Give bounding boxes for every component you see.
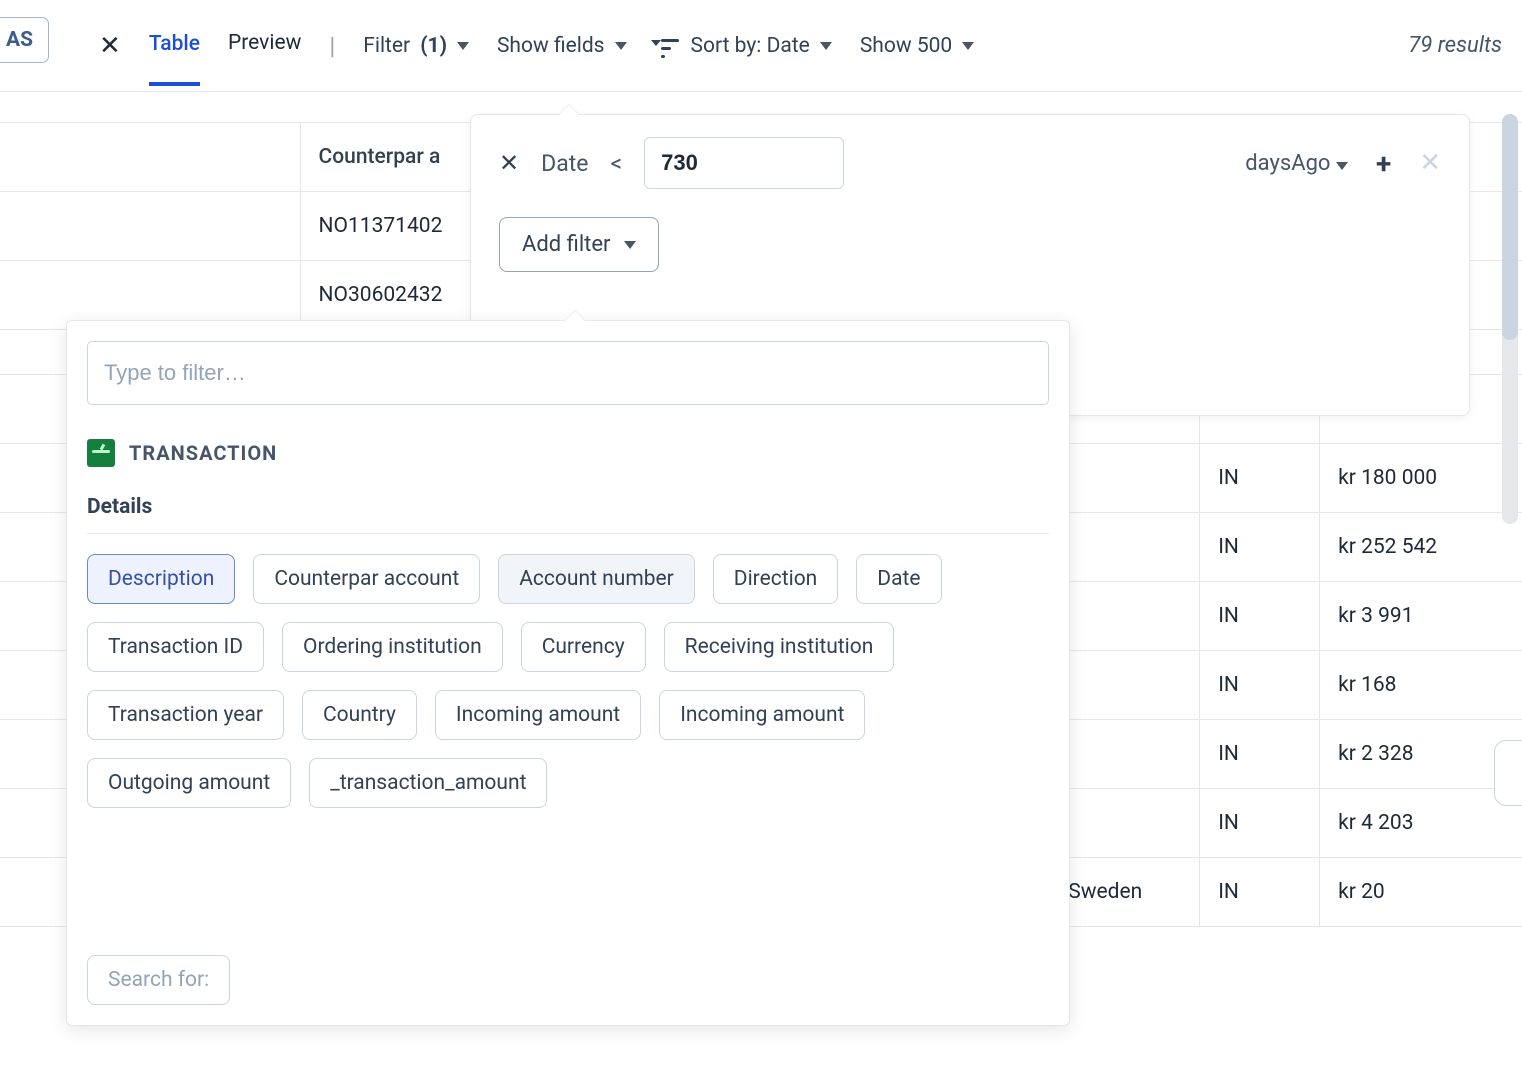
chevron-down-icon [962,42,974,50]
column-header[interactable] [0,123,300,192]
filter-clause-row: ✕ Date < daysAgo + ✕ [499,137,1441,189]
field-chip[interactable]: Transaction ID [87,622,264,672]
table-cell: IN [1200,582,1320,651]
field-chip[interactable]: Account number [498,554,695,604]
scrollbar-thumb[interactable] [1502,114,1518,340]
entity-chip[interactable]: AS [0,17,49,63]
sort-menu[interactable]: Sort by: Date [655,34,832,58]
transaction-icon [87,439,115,467]
chevron-down-icon [457,42,469,50]
chevron-down-icon [1336,162,1348,170]
remove-filter-icon[interactable]: ✕ [499,149,519,177]
table-cell: IN [1200,444,1320,513]
clear-clause-icon[interactable]: ✕ [1419,148,1441,178]
field-chip-list: Description Counterpar account Account num… [87,554,1049,808]
tab-preview[interactable]: Preview [228,31,301,61]
field-chip[interactable]: Receiving institution [664,622,895,672]
filter-value-input[interactable] [644,137,844,189]
field-chip[interactable]: _transaction_amount [309,758,547,808]
show-count-label: Show 500 [860,34,952,58]
field-search-input[interactable] [87,341,1049,405]
filter-count: (1) [420,34,447,58]
field-chip[interactable]: Transaction year [87,690,284,740]
filter-label: Filter [363,34,410,58]
field-chip[interactable]: Outgoing amount [87,758,291,808]
results-count: 79 results [1408,33,1502,58]
table-cell: IN [1200,789,1320,858]
add-filter-button[interactable]: Add filter [499,217,659,272]
toolbar: AS ✕ Table Preview | Filter (1) Show fie… [0,0,1522,92]
sort-icon [655,36,681,56]
close-icon[interactable]: ✕ [99,31,121,61]
table-cell: kr 3 991 [1320,582,1522,651]
show-fields-menu[interactable]: Show fields [497,34,627,58]
table-cell [1050,444,1200,513]
chevron-down-icon [615,42,627,50]
table-cell: kr 2 328 [1320,720,1522,789]
table-cell: IN [1200,720,1320,789]
table-cell: kr 180 000 [1320,444,1522,513]
field-chooser-popover: TRANSACTION Details Description Counterpa… [66,320,1070,1026]
add-clause-icon[interactable]: + [1376,147,1391,180]
add-filter-label: Add filter [522,232,610,257]
filter-operator[interactable]: < [610,150,622,177]
field-subhead: Details [87,495,1049,534]
filter-menu[interactable]: Filter (1) [363,34,469,58]
side-drawer-handle[interactable] [1494,740,1522,806]
filter-unit-menu[interactable]: daysAgo [1245,151,1348,176]
field-chip[interactable]: Incoming amount [659,690,865,740]
search-for-button[interactable]: Search for: [87,955,230,1005]
table-cell: kr 168 [1320,651,1522,720]
field-chip[interactable]: Currency [521,622,646,672]
field-section-header: TRANSACTION [87,439,1049,467]
vertical-scrollbar[interactable] [1502,114,1518,524]
table-cell: IN [1200,858,1320,927]
toolbar-separator: | [329,32,335,60]
table-cell [1050,720,1200,789]
field-section-title: TRANSACTION [129,441,277,465]
chevron-down-icon [624,241,636,249]
table-cell [0,192,300,261]
filter-field-label[interactable]: Date [541,150,588,177]
table-cell: Sweden [1050,858,1200,927]
show-count-menu[interactable]: Show 500 [860,34,974,58]
table-cell [1050,789,1200,858]
table-cell: kr 252 542 [1320,513,1522,582]
chevron-down-icon [820,42,832,50]
filter-unit-label: daysAgo [1245,151,1330,176]
table-cell: kr 20 [1320,858,1522,927]
field-chip[interactable]: Incoming amount [435,690,641,740]
field-chip[interactable]: Ordering institution [282,622,503,672]
show-fields-label: Show fields [497,34,605,58]
table-cell [1050,582,1200,651]
field-chip[interactable]: Date [856,554,941,604]
table-cell: IN [1200,651,1320,720]
field-chip[interactable]: Country [302,690,417,740]
table-cell: IN [1200,513,1320,582]
sort-by-label: Sort by: Date [691,34,810,58]
field-chip[interactable]: Direction [713,554,839,604]
table-cell [1050,651,1200,720]
field-chip[interactable]: Counterpar account [253,554,480,604]
field-chip[interactable]: Description [87,554,235,604]
tab-table[interactable]: Table [149,32,200,86]
table-cell: kr 4 203 [1320,789,1522,858]
table-cell [1050,513,1200,582]
